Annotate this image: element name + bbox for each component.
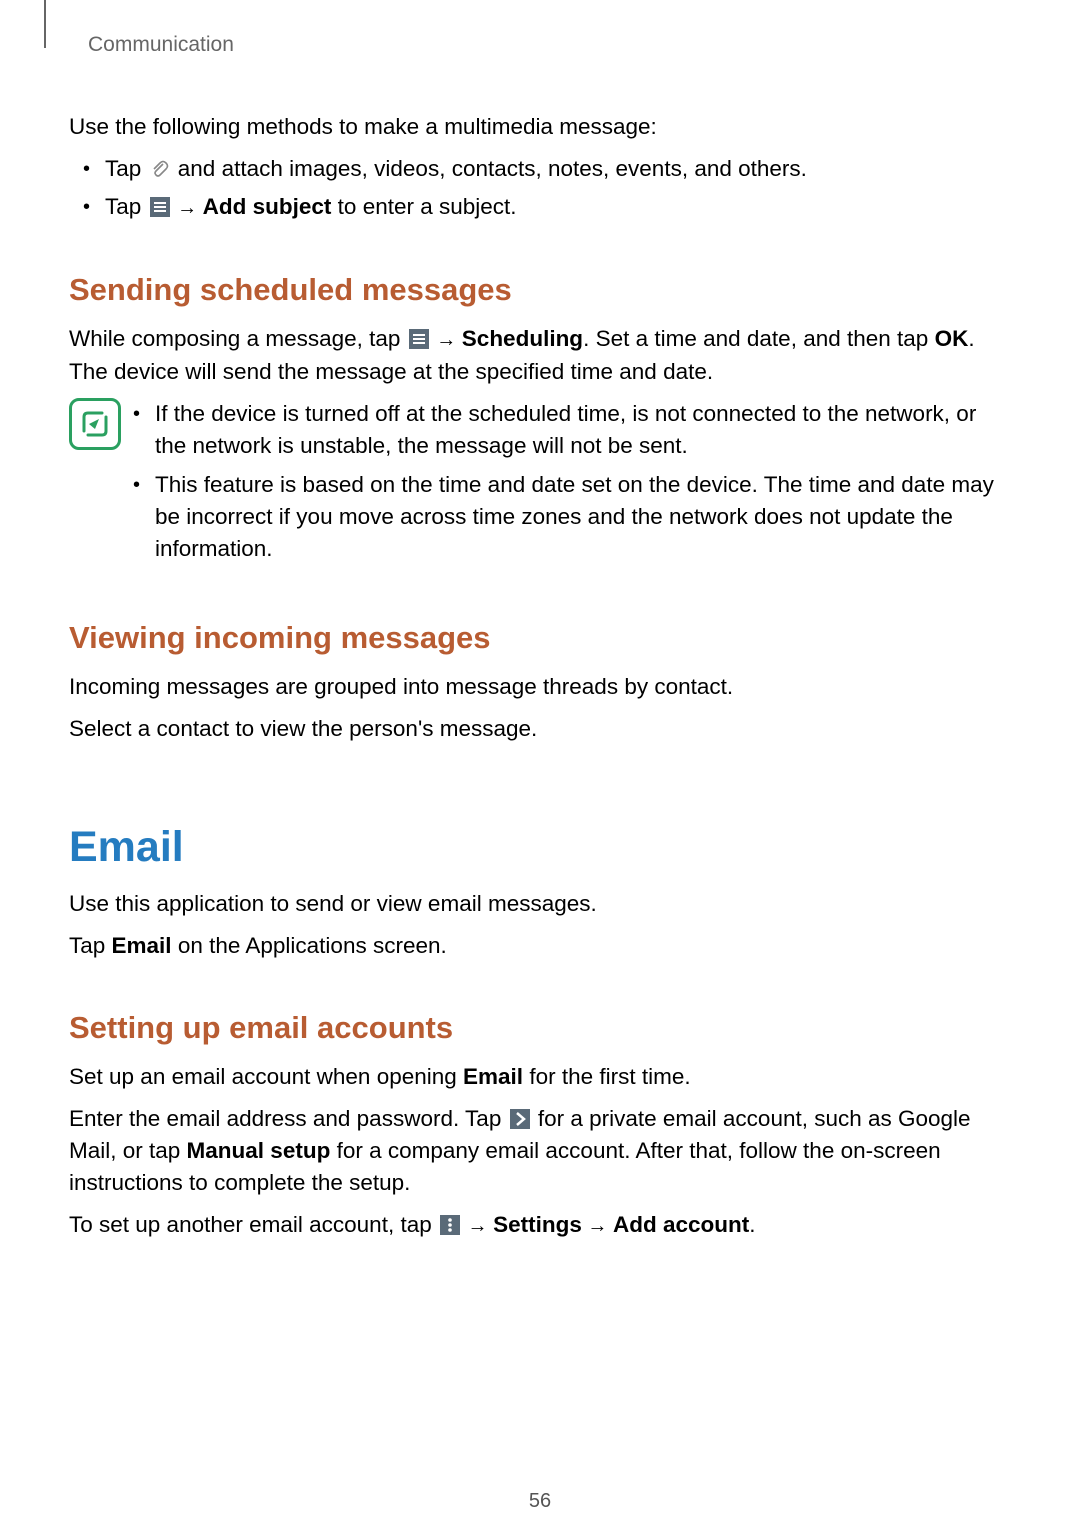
breadcrumb: Communication [88, 33, 234, 57]
text: . [749, 1212, 755, 1237]
arrow: → [172, 197, 203, 219]
bold-text: Settings [493, 1212, 582, 1237]
note-item: If the device is turned off at the sched… [133, 398, 1009, 462]
intro-text: Use the following methods to make a mult… [69, 111, 1009, 143]
multimedia-methods-list: Tap and attach images, videos, contacts,… [69, 153, 1009, 224]
heading-sending-scheduled: Sending scheduled messages [69, 272, 1009, 308]
list-item: Tap and attach images, videos, contacts,… [105, 153, 1009, 185]
heading-setting-up-email: Setting up email accounts [69, 1010, 1009, 1046]
bold-text: OK [935, 326, 969, 351]
attach-icon [149, 157, 171, 179]
heading-viewing-incoming: Viewing incoming messages [69, 620, 1009, 656]
arrow: → [431, 329, 462, 351]
bold-text: Add account [613, 1212, 749, 1237]
bold-text: Email [112, 933, 172, 958]
bold-text: Manual setup [187, 1138, 331, 1163]
text: and attach images, videos, contacts, not… [172, 156, 807, 181]
header-divider [44, 0, 46, 48]
paragraph: Incoming messages are grouped into messa… [69, 671, 1009, 703]
arrow: → [462, 1215, 493, 1237]
menu-icon [408, 327, 430, 349]
text: on the Applications screen. [172, 933, 447, 958]
note-item: This feature is based on the time and da… [133, 469, 1009, 565]
arrow: → [582, 1215, 613, 1237]
note-icon [69, 398, 121, 450]
bold-text: Email [463, 1064, 523, 1089]
text: Tap [69, 933, 112, 958]
text: To set up another email account, tap [69, 1212, 438, 1237]
paragraph: While composing a message, tap → Schedul… [69, 323, 1009, 388]
text: Tap [105, 156, 148, 181]
text: While composing a message, tap [69, 326, 407, 351]
paragraph: Enter the email address and password. Ta… [69, 1103, 1009, 1199]
menu-icon [149, 195, 171, 217]
text: for the first time. [523, 1064, 691, 1089]
page-content: Use the following methods to make a mult… [69, 111, 1009, 1252]
note-box: If the device is turned off at the sched… [69, 398, 1009, 572]
heading-email: Email [69, 823, 1009, 872]
paragraph: Use this application to send or view ema… [69, 888, 1009, 920]
text: Tap [105, 194, 148, 219]
text: to enter a subject. [331, 194, 516, 219]
paragraph: Select a contact to view the person's me… [69, 713, 1009, 745]
note-list: If the device is turned off at the sched… [133, 398, 1009, 572]
more-icon [439, 1213, 461, 1235]
text: . Set a time and date, and then tap [583, 326, 935, 351]
next-icon [509, 1107, 531, 1129]
text: Set up an email account when opening [69, 1064, 463, 1089]
paragraph: Tap Email on the Applications screen. [69, 930, 1009, 962]
paragraph: Set up an email account when opening Ema… [69, 1061, 1009, 1093]
bold-text: Scheduling [462, 326, 583, 351]
text: Enter the email address and password. Ta… [69, 1106, 508, 1131]
page-number: 56 [0, 1490, 1080, 1513]
list-item: Tap → Add subject to enter a subject. [105, 191, 1009, 224]
paragraph: To set up another email account, tap → S… [69, 1209, 1009, 1242]
bold-text: Add subject [203, 194, 332, 219]
